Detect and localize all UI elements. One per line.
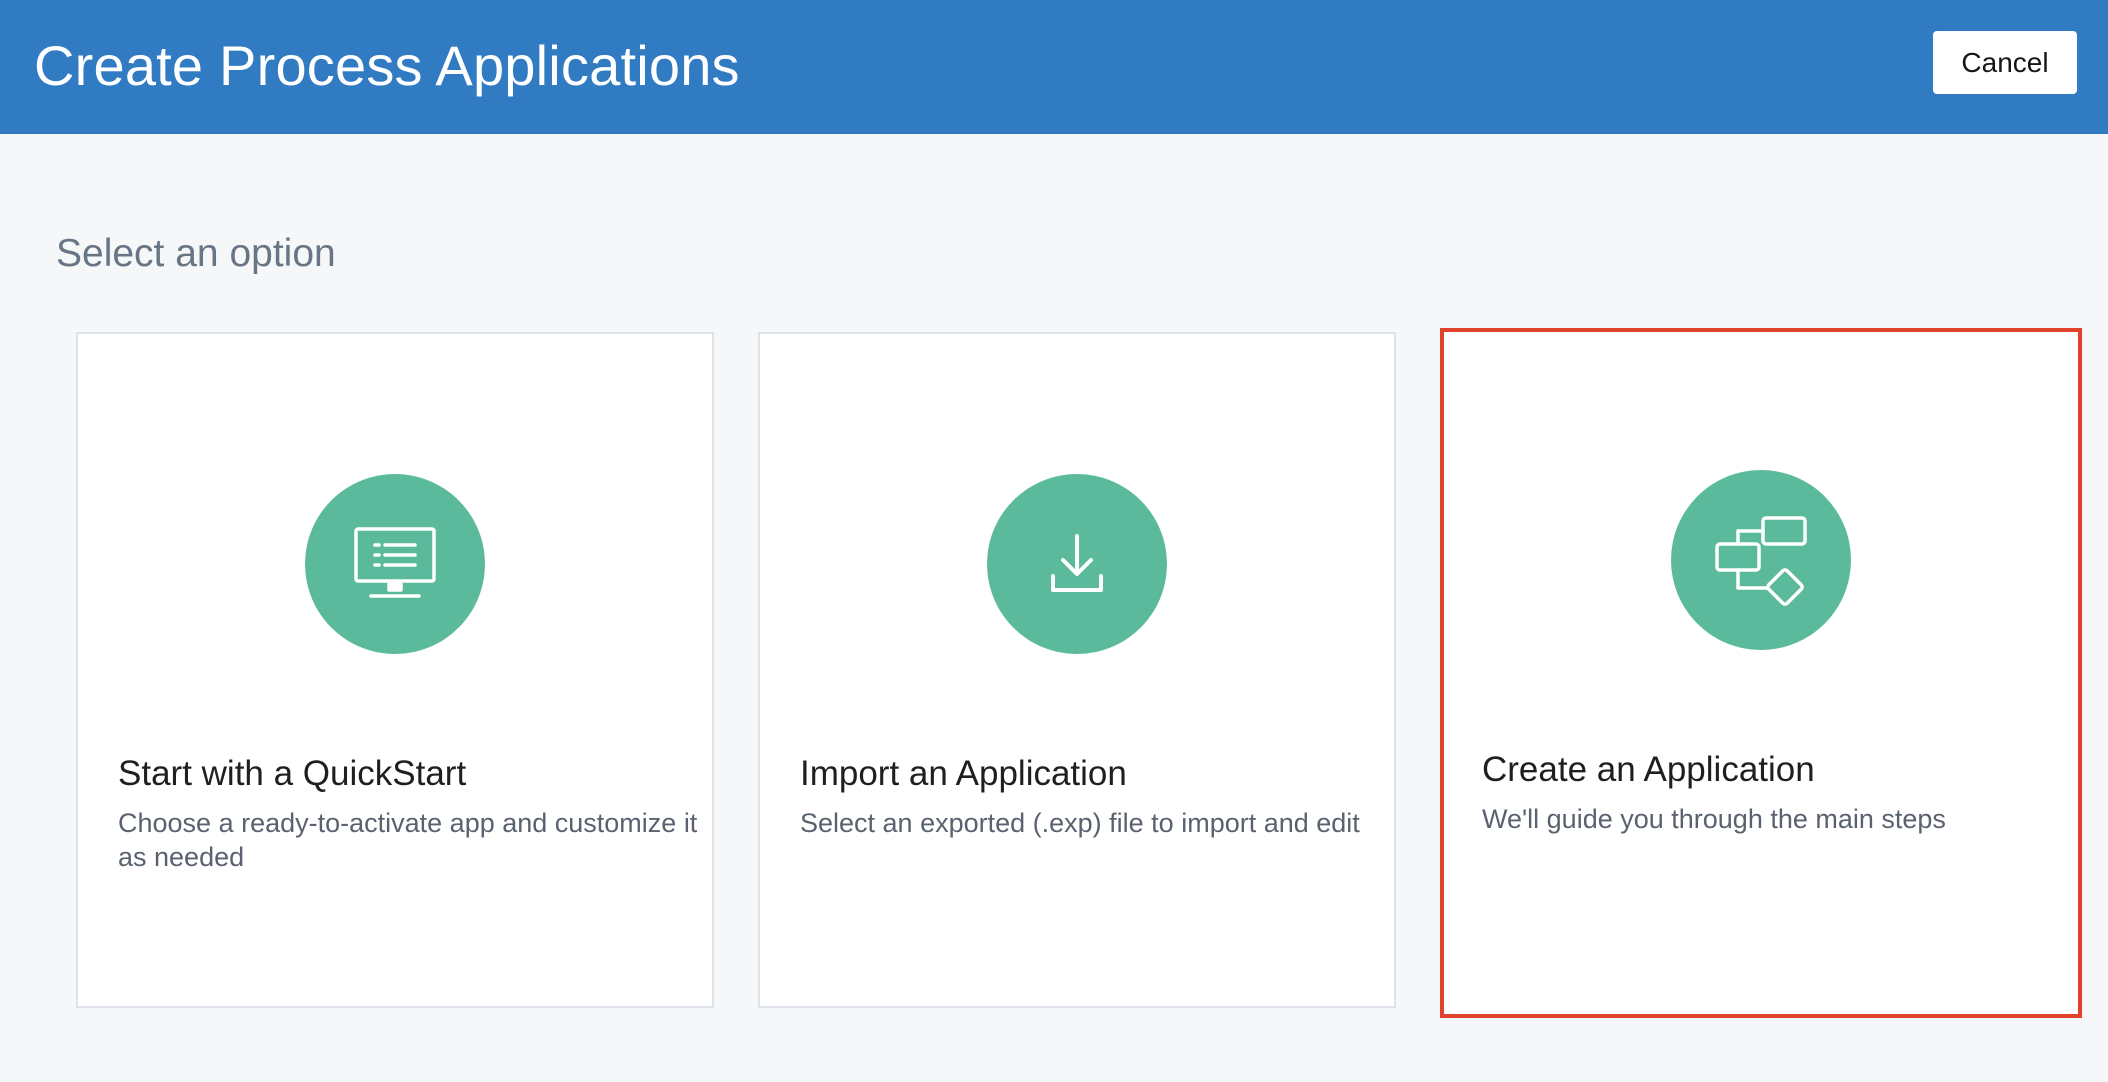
option-description: We'll guide you through the main steps bbox=[1482, 804, 1946, 834]
option-description: Select an exported (.exp) file to import… bbox=[800, 808, 1360, 838]
section-heading: Select an option bbox=[56, 232, 336, 275]
option-card-quickstart[interactable]: Start with a QuickStart Choose a ready-t… bbox=[76, 332, 714, 1008]
option-title: Import an Application bbox=[800, 754, 1127, 793]
option-description: Choose a ready-to-activate app and custo… bbox=[118, 808, 698, 872]
option-title: Start with a QuickStart bbox=[118, 754, 467, 793]
option-card-create[interactable]: Create an Application We'll guide you th… bbox=[1440, 328, 2082, 1018]
page-header: Create Process Applications Cancel bbox=[0, 0, 2108, 134]
monitor-icon bbox=[354, 527, 436, 598]
option-title: Create an Application bbox=[1482, 750, 1815, 789]
download-icon-circle bbox=[987, 474, 1167, 654]
flowchart-icon bbox=[1715, 516, 1807, 606]
page-title: Create Process Applications bbox=[34, 34, 740, 97]
flowchart-icon-circle bbox=[1671, 470, 1851, 650]
cancel-button[interactable]: Cancel bbox=[1933, 31, 2077, 94]
download-icon bbox=[1051, 534, 1103, 592]
monitor-icon-circle bbox=[305, 474, 485, 654]
option-card-import[interactable]: Import an Application Select an exported… bbox=[758, 332, 1396, 1008]
